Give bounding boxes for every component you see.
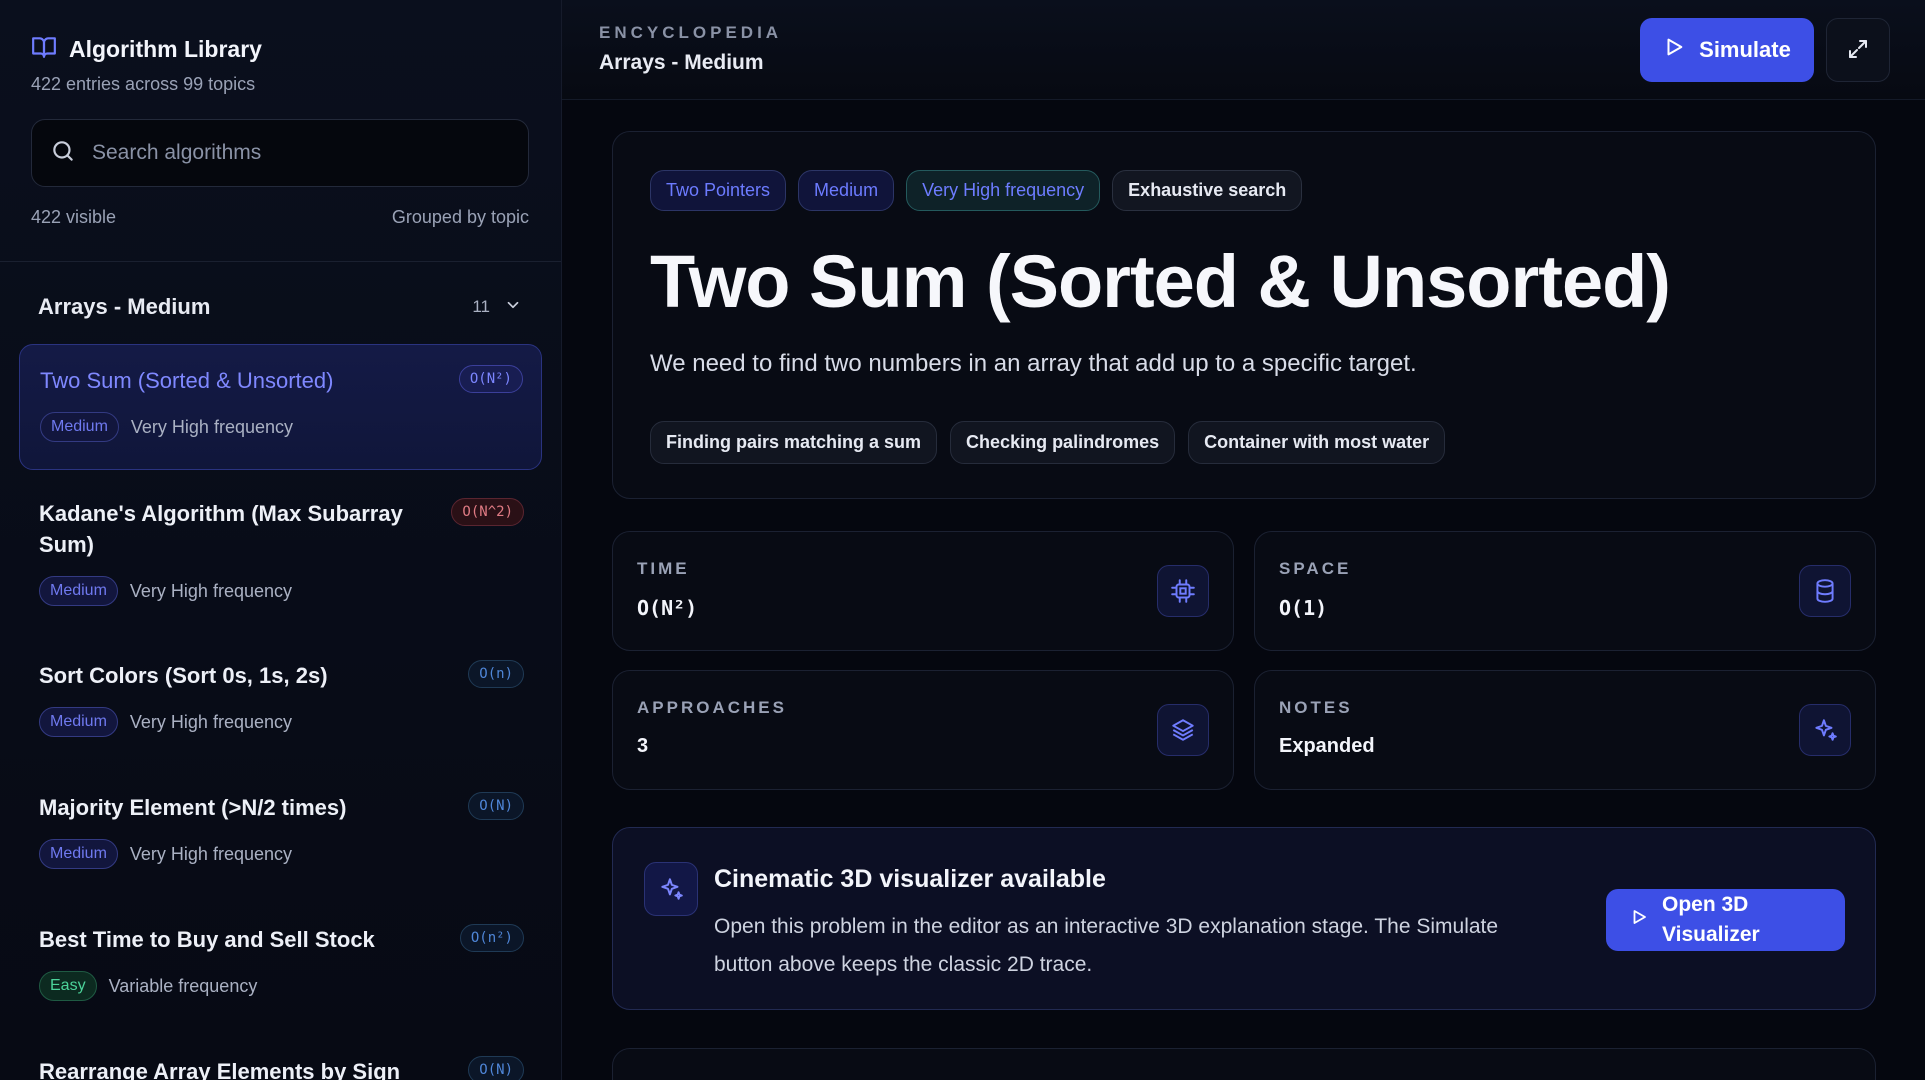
difficulty-badge: Easy	[39, 971, 97, 1001]
group-count: 11	[472, 297, 490, 316]
complexity-badge: O(N^2)	[451, 498, 524, 526]
complexity-badge: O(N)	[468, 792, 524, 820]
frequency-label: Variable frequency	[108, 975, 258, 996]
search-icon	[50, 138, 76, 169]
algorithm-item-sort-colors[interactable]: Sort Colors (Sort 0s, 1s, 2s) O(n) Mediu…	[19, 640, 542, 737]
time-complexity-card: TIME O(N²)	[612, 531, 1234, 651]
complexity-badge: O(n)	[468, 660, 524, 688]
group-title: Arrays - Medium	[38, 294, 211, 319]
visualizer-description: Open this problem in the editor as an in…	[714, 915, 1499, 976]
frequency-label: Very High frequency	[129, 843, 292, 864]
next-section-card	[612, 1048, 1876, 1080]
use-case-list: Finding pairs matching a sum Checking pa…	[650, 421, 1446, 464]
grouping-label: Grouped by topic	[391, 207, 529, 227]
stat-value: O(1)	[1279, 596, 1328, 620]
difficulty-badge: Medium	[39, 839, 118, 869]
algorithm-name: Majority Element (>N/2 times)	[39, 795, 347, 820]
breadcrumb: Arrays - Medium	[599, 51, 764, 74]
space-complexity-card: SPACE O(1)	[1254, 531, 1876, 651]
algorithm-item-kadane[interactable]: Kadane's Algorithm (Max Subarray Sum) O(…	[19, 478, 542, 606]
algorithm-overview-card: Two Pointers Medium Very High frequency …	[612, 131, 1876, 499]
approaches-card: APPROACHES 3	[612, 670, 1234, 790]
algorithm-name: Kadane's Algorithm (Max Subarray Sum)	[39, 501, 403, 557]
fullscreen-button[interactable]	[1826, 18, 1890, 82]
algorithm-item-best-time-stock[interactable]: Best Time to Buy and Sell Stock O(n²) Ea…	[19, 904, 542, 1001]
frequency-label: Very High frequency	[129, 711, 292, 732]
sidebar-title: Algorithm Library	[69, 36, 262, 62]
chevron-down-icon[interactable]	[504, 296, 522, 319]
sidebar: Algorithm Library 422 entries across 99 …	[0, 0, 562, 1080]
use-case-chip: Checking palindromes	[950, 421, 1176, 464]
visualizer-callout: Cinematic 3D visualizer available Open t…	[612, 827, 1876, 1010]
play-icon	[1630, 905, 1648, 935]
list-meta: 422 visible Grouped by topic	[31, 207, 529, 228]
sidebar-subtitle: 422 entries across 99 topics	[31, 74, 256, 94]
sidebar-header: Algorithm Library 422 entries across 99 …	[31, 34, 262, 95]
simulate-label: Simulate	[1699, 37, 1791, 62]
open-3d-label: Open 3D Visualizer	[1662, 893, 1760, 946]
stat-value: O(N²)	[637, 596, 698, 620]
page-title: Two Sum (Sorted & Unsorted)	[650, 240, 1671, 323]
difficulty-badge: Medium	[40, 412, 119, 442]
database-icon	[1799, 565, 1851, 617]
algorithm-name: Sort Colors (Sort 0s, 1s, 2s)	[39, 663, 328, 688]
complexity-badge: O(N²)	[458, 365, 523, 393]
use-case-chip: Finding pairs matching a sum	[650, 421, 938, 464]
play-icon	[1663, 36, 1685, 64]
visible-count: 422 visible	[31, 207, 117, 227]
complexity-badge: O(N)	[468, 1056, 524, 1080]
simulate-button[interactable]: Simulate	[1640, 18, 1814, 82]
book-icon	[31, 34, 57, 65]
stat-value: 3	[637, 735, 649, 757]
stat-label: TIME	[637, 559, 690, 578]
algorithm-item-two-sum[interactable]: Two Sum (Sorted & Unsorted) O(N²) Medium…	[19, 344, 542, 470]
top-bar: ENCYCLOPEDIA Arrays - Medium Simulate	[562, 0, 1925, 100]
search-box[interactable]	[31, 119, 529, 187]
tag-difficulty: Medium	[798, 170, 895, 211]
tag-pattern: Two Pointers	[650, 170, 787, 211]
tag-frequency: Very High frequency	[906, 170, 1101, 211]
stat-value: Expanded	[1279, 735, 1375, 757]
algorithm-item-majority-element[interactable]: Majority Element (>N/2 times) O(N) Mediu…	[19, 772, 542, 869]
notes-card: NOTES Expanded	[1254, 670, 1876, 790]
sparkles-icon	[644, 862, 698, 916]
difficulty-badge: Medium	[39, 576, 118, 606]
algorithm-name: Best Time to Buy and Sell Stock	[39, 927, 375, 952]
layers-icon	[1157, 704, 1209, 756]
algorithm-description: We need to find two numbers in an array …	[650, 350, 1417, 377]
algorithm-name: Two Sum (Sorted & Unsorted)	[40, 368, 334, 393]
visualizer-title: Cinematic 3D visualizer available	[714, 865, 1106, 893]
tag-list: Two Pointers Medium Very High frequency …	[650, 170, 1303, 211]
use-case-chip: Container with most water	[1188, 421, 1446, 464]
sparkles-icon	[1799, 704, 1851, 756]
group-header-arrays-medium[interactable]: Arrays - Medium 11	[38, 294, 522, 320]
complexity-badge: O(n²)	[459, 924, 524, 952]
stat-label: NOTES	[1279, 698, 1353, 717]
section-label: ENCYCLOPEDIA	[599, 23, 783, 42]
frequency-label: Very High frequency	[129, 580, 292, 601]
algorithm-name: Rearrange Array Elements by Sign	[39, 1059, 401, 1080]
divider	[0, 261, 561, 262]
open-3d-visualizer-button[interactable]: Open 3D Visualizer	[1606, 889, 1845, 951]
search-input[interactable]	[92, 141, 492, 165]
frequency-label: Very High frequency	[130, 416, 293, 437]
stat-label: SPACE	[1279, 559, 1352, 578]
expand-icon	[1846, 37, 1870, 64]
stat-label: APPROACHES	[637, 698, 787, 717]
tag-baseline: Exhaustive search	[1112, 170, 1303, 211]
algorithm-item-rearrange-by-sign[interactable]: Rearrange Array Elements by Sign O(N)	[19, 1036, 542, 1080]
difficulty-badge: Medium	[39, 707, 118, 737]
cpu-icon	[1157, 565, 1209, 617]
